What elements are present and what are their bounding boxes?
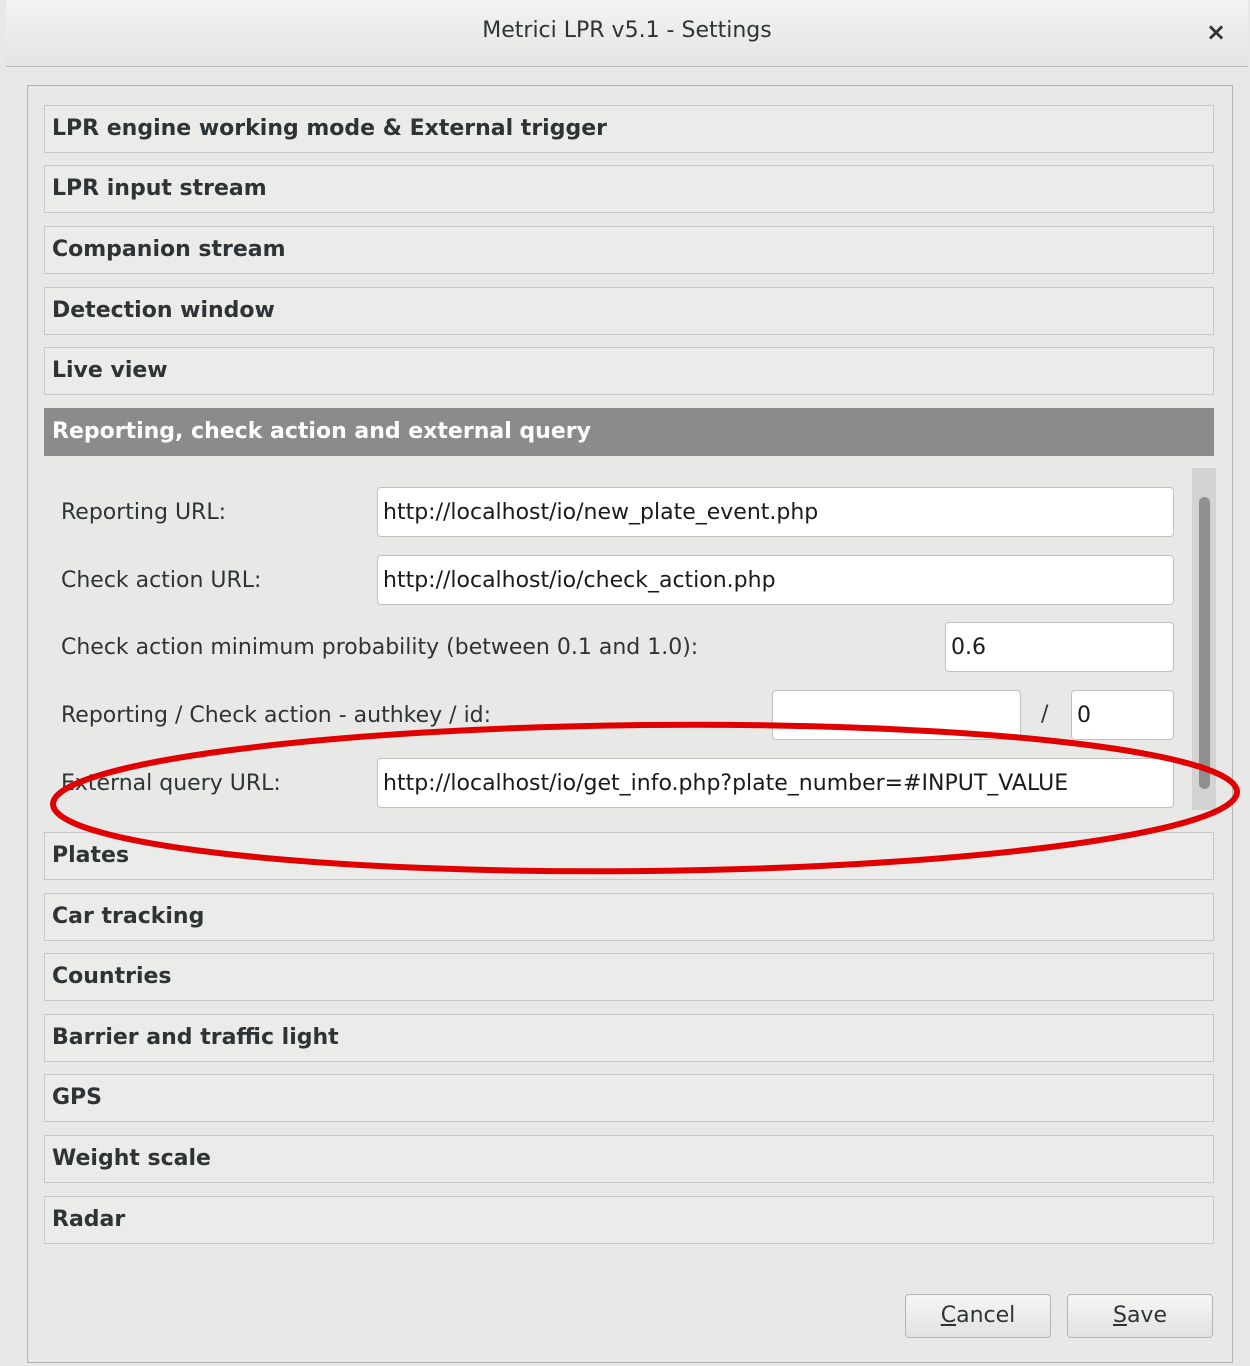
- section-lpr-input-stream[interactable]: LPR input stream: [44, 165, 1214, 213]
- cancel-mnemonic: C: [940, 1303, 957, 1328]
- id-input[interactable]: [1071, 690, 1174, 740]
- check-action-url-input[interactable]: [377, 555, 1174, 605]
- section-radar[interactable]: Radar: [44, 1196, 1214, 1244]
- external-query-url-input[interactable]: [377, 758, 1174, 808]
- cancel-button[interactable]: Cancel: [905, 1294, 1051, 1338]
- section-reporting-active[interactable]: Reporting, check action and external que…: [44, 408, 1214, 456]
- min-probability-input[interactable]: [945, 622, 1174, 672]
- section-car-tracking[interactable]: Car tracking: [44, 893, 1214, 941]
- section-weight-scale[interactable]: Weight scale: [44, 1135, 1214, 1183]
- window-title: Metrici LPR v5.1 - Settings: [482, 18, 772, 43]
- authkey-id-separator: /: [1041, 702, 1049, 727]
- section-detection-window[interactable]: Detection window: [44, 287, 1214, 335]
- reporting-url-label: Reporting URL:: [61, 500, 226, 525]
- save-button[interactable]: Save: [1067, 1294, 1213, 1338]
- close-icon[interactable]: ×: [1204, 18, 1228, 46]
- section-plates[interactable]: Plates: [44, 832, 1214, 880]
- settings-dialog: Metrici LPR v5.1 - Settings × LPR engine…: [0, 0, 1250, 1366]
- check-action-url-label: Check action URL:: [61, 568, 262, 593]
- section-countries[interactable]: Countries: [44, 953, 1214, 1001]
- title-bar[interactable]: Metrici LPR v5.1 - Settings ×: [6, 0, 1248, 67]
- reporting-url-input[interactable]: [377, 487, 1174, 537]
- section-gps[interactable]: GPS: [44, 1074, 1214, 1122]
- section-companion-stream[interactable]: Companion stream: [44, 226, 1214, 274]
- section-barrier-traffic-light[interactable]: Barrier and traffic light: [44, 1014, 1214, 1062]
- authkey-id-label: Reporting / Check action - authkey / id:: [61, 703, 492, 728]
- section-live-view[interactable]: Live view: [44, 347, 1214, 395]
- external-query-url-label: External query URL:: [61, 771, 281, 796]
- min-probability-label: Check action minimum probability (betwee…: [61, 635, 699, 660]
- scrollbar-thumb[interactable]: [1199, 497, 1210, 789]
- authkey-input[interactable]: [772, 690, 1021, 740]
- save-mnemonic: S: [1112, 1303, 1127, 1328]
- save-label-rest: ave: [1126, 1303, 1167, 1328]
- cancel-label-rest: ancel: [956, 1303, 1016, 1328]
- section-lpr-engine-mode[interactable]: LPR engine working mode & External trigg…: [44, 105, 1214, 153]
